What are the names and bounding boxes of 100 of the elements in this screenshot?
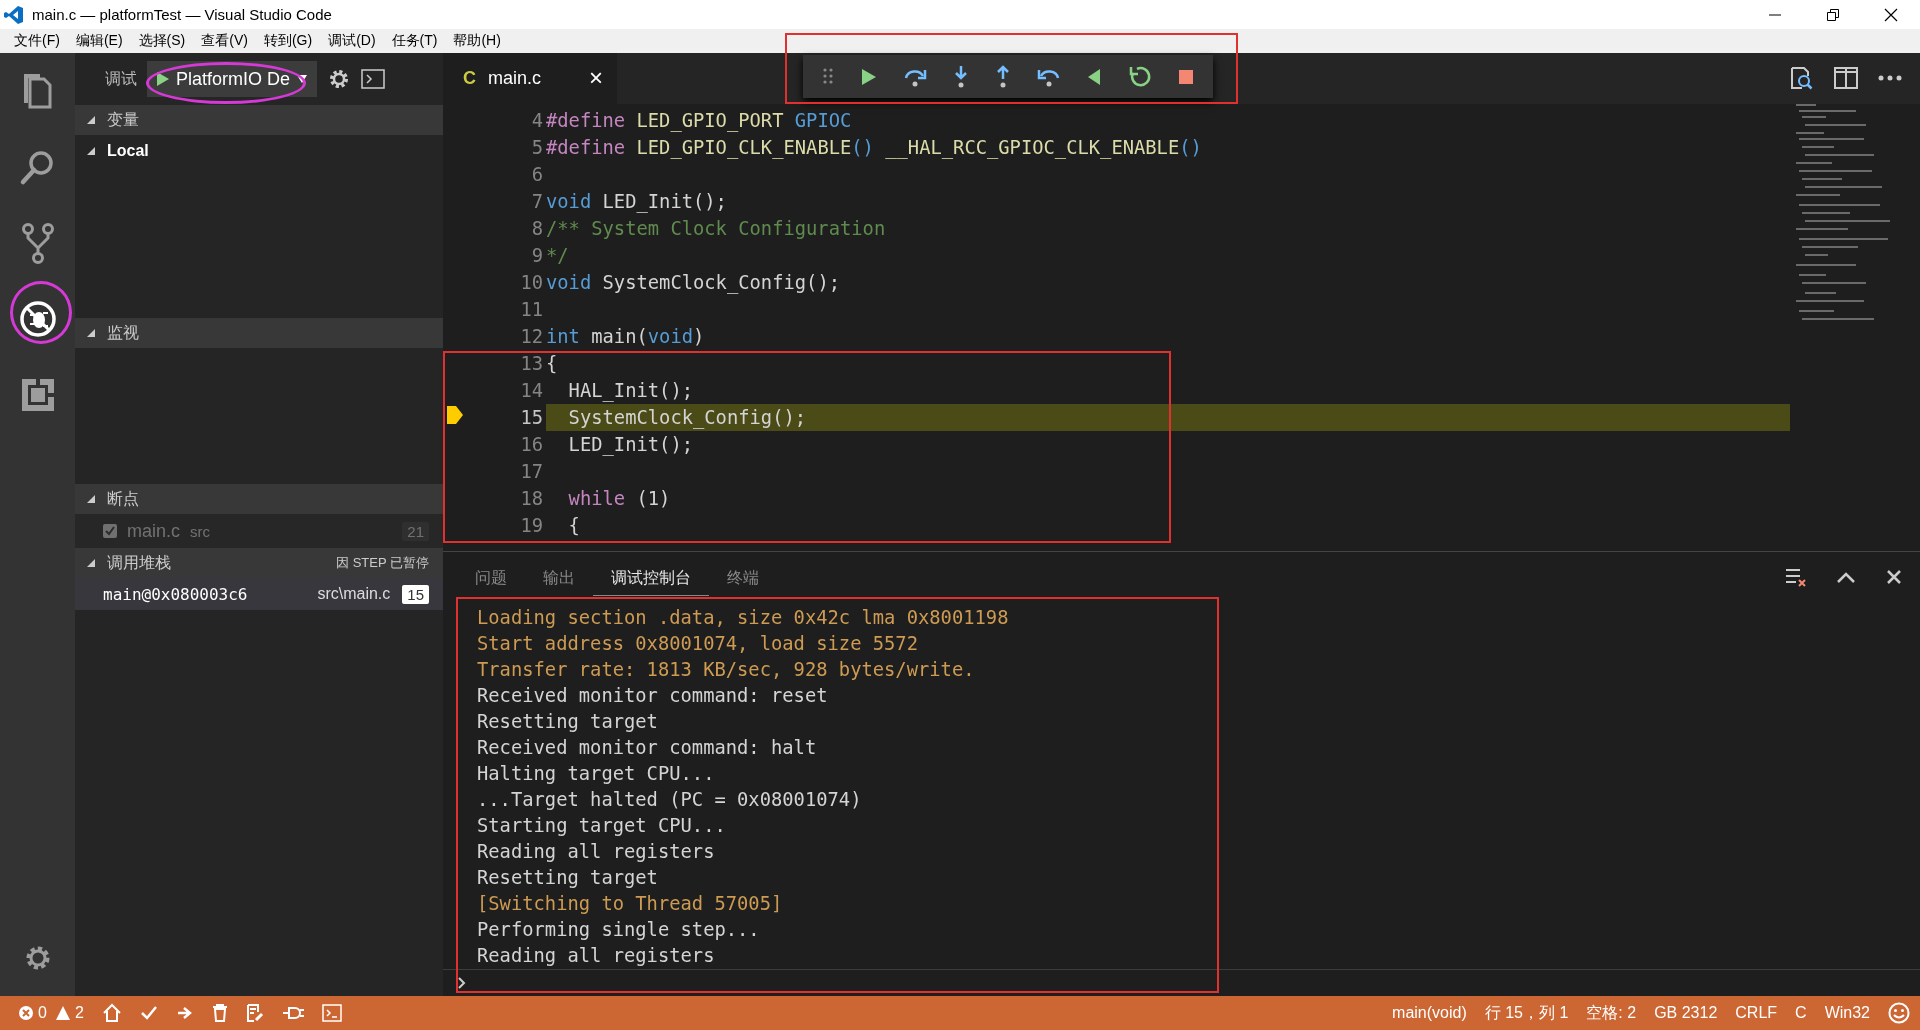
vscode-logo-icon [4,4,24,25]
continue-icon[interactable] [859,66,878,87]
menu-item[interactable]: 帮助(H) [445,32,509,50]
section-header[interactable]: 调用堆栈 因 STEP 已暂停 [75,548,443,578]
panel-title: 调试 [105,68,137,89]
console-line: Performing single step... [477,919,760,940]
reverse-icon[interactable] [1086,66,1103,87]
breakpoint-path: src [190,522,211,540]
start-icon[interactable] [156,71,170,87]
close-icon[interactable] [1884,7,1898,22]
home-icon[interactable] [101,1003,122,1023]
restart-icon[interactable] [1128,64,1153,89]
checkbox[interactable] [103,524,117,538]
console-icon[interactable] [361,69,386,89]
scope-label[interactable]: Local [107,142,149,160]
code-line: #define LED_GPIO_CLK_ENABLE() __HAL_RCC_GPIOC_CLK_ENABLE() [546,136,1202,158]
branch-icon[interactable] [19,222,56,264]
panel-tab[interactable]: 输出 [525,568,593,596]
status-item[interactable]: main(void) [1392,1004,1467,1022]
panel-tab[interactable]: 调试控制台 [593,568,709,596]
line-number: 4 [530,109,543,131]
status-item[interactable]: GB 2312 [1654,1004,1718,1022]
status-item[interactable]: 空格: 2 [1586,1002,1637,1024]
console-line: Loading section .data, size 0x42c lma 0x8001198 [477,607,1009,628]
code-line: void SystemClock_Config(); [546,271,840,293]
trash-icon[interactable] [211,1004,228,1022]
section-header[interactable]: 监视 [75,318,443,348]
restore-icon[interactable] [1827,8,1839,21]
expand-arrow-icon[interactable] [87,559,95,567]
plug-icon[interactable] [281,1005,304,1021]
stack-frame[interactable]: main@0x080003c6 src\main.c 15 [75,578,443,610]
line-number: 18 [519,487,543,509]
line-number: 11 [519,298,543,320]
dropdown-caret-icon[interactable] [296,74,309,84]
expand-arrow-icon[interactable] [87,116,95,124]
editor-tab[interactable]: C main.c × [443,53,617,104]
console-line: ...Target halted (PC = 0x08001074) [477,789,862,810]
panel-tab[interactable]: 问题 [457,568,525,596]
line-number: 5 [530,136,543,158]
code-line: SystemClock_Config(); [567,406,807,428]
console-line: Start address 0x8001074, load size 5572 [477,633,918,654]
stop-icon[interactable] [1178,68,1194,85]
breakpoint-file: main.c [127,520,180,542]
code-line: int main(void) [546,325,705,347]
menu-item[interactable]: 转到(G) [255,32,321,50]
menu-item[interactable]: 编辑(E) [67,32,131,50]
code-line: { [546,352,558,374]
menu-item[interactable]: 任务(T) [383,32,446,50]
line-number: 14 [519,379,543,401]
close-tab-button[interactable]: × [589,64,603,93]
console-line: Resetting target [477,867,658,888]
extensions-icon[interactable] [19,377,56,413]
line-number-badge: 15 [402,584,429,604]
code-line: void LED_Init(); [546,190,727,212]
feedback-smiley-icon[interactable] [1888,1002,1910,1024]
line-number: 7 [530,190,543,212]
split-editor-icon[interactable] [1834,67,1858,90]
expand-arrow-icon[interactable] [87,495,95,503]
errors-indicator[interactable]: 0 [18,1004,47,1022]
menu-item[interactable]: 查看(V) [193,32,256,50]
configuration-dropdown[interactable]: PlatformIO De [147,61,318,97]
search-document-icon[interactable] [1788,65,1814,92]
line-number: 17 [519,460,543,482]
tab-label: main.c [488,68,541,89]
more-icon[interactable] [1878,74,1902,83]
menu-item[interactable]: 调试(D) [320,32,384,50]
c-file-icon: C [463,68,476,89]
terminal-icon[interactable] [321,1004,342,1022]
console-line: Received monitor command: halt [477,737,817,758]
section-title: 监视 [107,322,140,343]
menu-item[interactable]: 文件(F) [6,32,68,50]
prompt-icon[interactable] [457,976,467,990]
menu-item[interactable]: 选择(S) [130,32,194,50]
console-line: Halting target CPU... [477,763,715,784]
arrow-icon[interactable] [175,1004,194,1022]
document-edit-icon[interactable] [245,1004,264,1022]
section-header[interactable]: 变量 [75,105,443,135]
console-line: Resetting target [477,711,658,732]
status-item[interactable]: 行 15，列 1 [1484,1002,1569,1024]
console-line: Reading all registers [477,945,715,966]
clear-console-icon[interactable] [1784,566,1806,588]
status-item[interactable]: Win32 [1824,1004,1870,1022]
panel-tab[interactable]: 终端 [709,568,777,596]
line-number: 16 [519,433,543,455]
step-into-icon[interactable] [953,64,970,89]
check-icon[interactable] [139,1004,158,1022]
section-header[interactable]: 断点 [75,484,443,514]
code-line: { [567,514,580,536]
expand-arrow-icon[interactable] [87,329,95,337]
status-item[interactable]: CRLF [1735,1004,1778,1022]
line-number: 12 [519,325,543,347]
debug-icon[interactable] [17,299,58,339]
expand-arrow-icon[interactable] [87,147,95,155]
status-item[interactable]: C [1795,1004,1807,1022]
line-number: 8 [530,217,543,239]
section-title: 断点 [107,488,140,509]
code-line: /** System Clock Configuration [546,217,886,239]
maximize-panel-icon[interactable] [1836,571,1856,583]
warnings-indicator[interactable]: 2 [54,1004,84,1022]
console-line: Reading all registers [477,841,715,862]
